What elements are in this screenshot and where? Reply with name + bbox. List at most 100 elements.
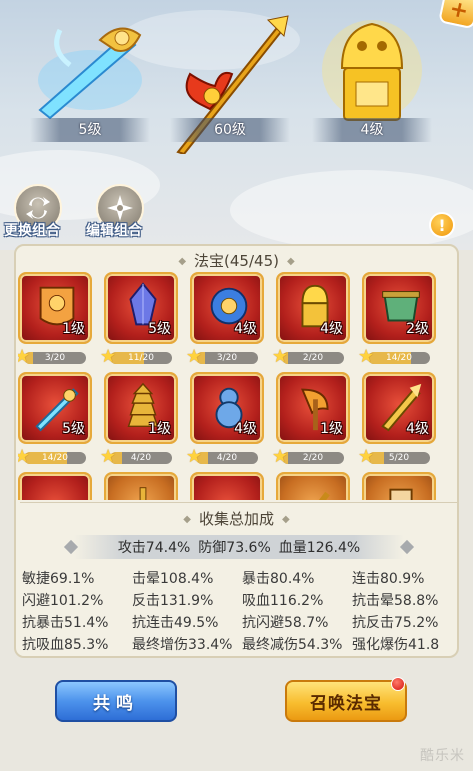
info-icon[interactable]: !	[429, 212, 455, 238]
star-progress-bar: 2/20	[282, 452, 344, 464]
treasure-level: 5级	[62, 421, 85, 437]
treasure-level: 1级	[148, 421, 171, 437]
star-icon: ★	[100, 446, 117, 467]
summon-treasure-button[interactable]: 召唤法宝	[285, 680, 407, 722]
divider	[20, 502, 457, 503]
treasure-grid: 1级 3/20 ★ 5级 11/20 ★ 4级 3/20 ★ 4级 2/20 ★ 2级 14/20 ★ 5级 1…	[18, 272, 455, 500]
treasure-cell[interactable]	[190, 472, 266, 500]
diamond-decor-icon: ◆	[286, 256, 295, 267]
treasure-cell[interactable]: 1级 2/20 ★	[272, 372, 352, 472]
star-progress-bar: 3/20	[196, 352, 258, 364]
collection-title: 收集总加成	[198, 510, 274, 528]
cloud-decor	[230, 170, 473, 250]
treasure-card[interactable]	[362, 472, 436, 500]
treasure-cell[interactable]	[18, 472, 94, 500]
treasure-level: 4级	[320, 321, 343, 337]
treasure-card[interactable]	[276, 472, 350, 500]
swap-arrows-icon	[26, 197, 50, 219]
stat-value: 强化爆伤41.8	[352, 637, 440, 653]
treasure-cell[interactable]	[276, 472, 352, 500]
swap-combo-label[interactable]: 更换组合	[4, 220, 60, 240]
star-progress-text: 3/20	[44, 353, 66, 363]
treasure-card[interactable]: 4级	[362, 372, 436, 444]
treasure-cell[interactable]: 4级 4/20 ★	[186, 372, 266, 472]
treasure-cell[interactable]	[104, 472, 180, 500]
showcase-level-1: 5级	[30, 118, 150, 142]
treasure-cell[interactable]: 1级 4/20 ★	[100, 372, 180, 472]
stat-value: 抗反击75.2%	[352, 615, 439, 631]
treasure-cell[interactable]: 4级 3/20 ★	[186, 272, 266, 372]
treasure-card[interactable]: 4级	[190, 272, 264, 344]
treasure-card[interactable]	[104, 472, 178, 500]
star-progress-text: 4/20	[216, 453, 238, 463]
treasure-level: 5级	[148, 321, 171, 337]
showcase-level-2: 60级	[170, 118, 290, 142]
treasure-cell[interactable]: 5级 11/20 ★	[100, 272, 180, 372]
treasure-level: 1级	[320, 421, 343, 437]
treasure-card[interactable]: 5级	[18, 372, 92, 444]
stat-value: 反击131.9%	[132, 593, 214, 609]
treasure-cell[interactable]	[362, 472, 438, 500]
treasure-card[interactable]: 5级	[104, 272, 178, 344]
showcase-level-3: 4级	[312, 118, 432, 142]
star-icon: ★	[18, 446, 31, 467]
star-progress-bar: 14/20	[368, 352, 430, 364]
treasure-level: 1级	[62, 321, 85, 337]
stat-value: 击晕108.4%	[132, 571, 214, 587]
edit-combo-label[interactable]: 编辑组合	[86, 220, 142, 240]
star-progress-bar: 14/20	[24, 452, 86, 464]
stat-value: 抗击晕58.8%	[352, 593, 439, 609]
notification-dot	[391, 677, 405, 691]
resonate-button[interactable]: 共鸣	[55, 680, 177, 722]
jade-sword-icon	[38, 27, 142, 120]
treasure-cell[interactable]: 2级 14/20 ★	[358, 272, 438, 372]
stat-value: 抗暴击51.4%	[22, 615, 109, 631]
star-progress-text: 2/20	[302, 353, 324, 363]
stat-value: 闪避101.2%	[22, 593, 104, 609]
treasure-level: 4级	[234, 421, 257, 437]
treasure-card[interactable]: 1级	[104, 372, 178, 444]
star-progress-text: 14/20	[386, 353, 412, 363]
watermark: 酷乐米	[420, 748, 465, 764]
star-icon: ★	[272, 446, 289, 467]
stat-value: 敏捷69.1%	[22, 571, 95, 587]
star-progress-bar: 11/20	[110, 352, 172, 364]
stat-value: 抗吸血85.3%	[22, 637, 109, 653]
treasure-card[interactable]: 1级	[18, 272, 92, 344]
treasure-section-header: ◆ 法宝(45/45) ◆	[16, 250, 457, 271]
diamond-decor-icon: ◆	[282, 514, 290, 525]
stat-value: 最终增伤33.4%	[132, 637, 233, 653]
star-progress-bar: 2/20	[282, 352, 344, 364]
star-icon: ★	[100, 346, 117, 367]
golden-seal-icon	[322, 20, 422, 121]
star-progress-bar: 4/20	[110, 452, 172, 464]
scroll-icon	[389, 488, 413, 500]
stat-value: 抗闪避58.7%	[242, 615, 329, 631]
star-progress-text: 3/20	[216, 353, 238, 363]
star-progress-bar: 3/20	[24, 352, 86, 364]
treasure-cell[interactable]: 1级 3/20 ★	[18, 272, 94, 372]
treasure-level: 4级	[234, 321, 257, 337]
diamond-decor-icon: ◆	[178, 256, 187, 267]
treasure-card[interactable]: 4级	[190, 372, 264, 444]
stat-value: 吸血116.2%	[242, 593, 324, 609]
star-compass-icon	[107, 195, 133, 221]
treasure-card[interactable]: 4级	[276, 272, 350, 344]
star-progress-text: 11/20	[128, 353, 154, 363]
treasure-card[interactable]	[18, 472, 92, 500]
treasure-cell[interactable]: 4级 2/20 ★	[272, 272, 352, 372]
star-icon: ★	[186, 346, 203, 367]
star-progress-bar: 5/20	[368, 452, 430, 464]
stat-value: 抗连击49.5%	[132, 615, 219, 631]
treasure-card[interactable]: 1级	[276, 372, 350, 444]
stat-value: 暴击80.4%	[242, 571, 315, 587]
bonus-attack: 攻击74.4%	[117, 540, 191, 556]
staff-icon	[139, 487, 147, 500]
treasure-card[interactable]	[190, 472, 264, 500]
treasure-card[interactable]: 2级	[362, 272, 436, 344]
treasure-cell[interactable]: 5级 14/20 ★	[18, 372, 94, 472]
treasure-cell[interactable]: 4级 5/20 ★	[358, 372, 438, 472]
scepter-icon	[318, 491, 330, 500]
add-corner-button[interactable]: +	[438, 0, 473, 30]
star-icon: ★	[186, 446, 203, 467]
